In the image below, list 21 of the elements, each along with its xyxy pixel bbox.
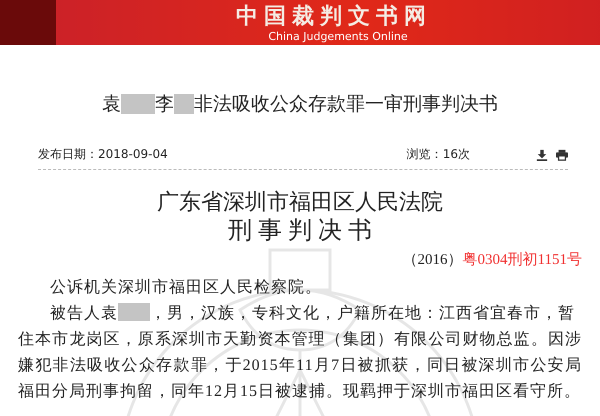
document-title: 李 <box>155 92 174 117</box>
header-dark-block <box>0 0 56 45</box>
document-title: 非法吸收公众存款罪一审刑事判决书 <box>194 92 498 117</box>
document-title: 袁 <box>102 92 121 117</box>
download-icon[interactable] <box>536 148 548 160</box>
redaction-block <box>174 94 194 114</box>
court-name: 广东省深圳市福田区人民法院 <box>156 188 444 216</box>
print-icon[interactable] <box>556 148 568 160</box>
redaction-block <box>121 94 155 114</box>
site-logo-subtitle: China Judgements Online <box>268 30 408 43</box>
paragraph-text: 住本市龙岗区，原系深圳市天勤资本管理（集团）有限公司财物总监。因涉嫌犯非法吸收公众存款罪，于2015年11月7日被抓获，同日被深圳市公安局福田分局刑事拘留，同年12月15日被逮捕。现羁押于深圳市福田区看守所。 <box>18 330 582 402</box>
view-count: 浏览：16次 <box>406 146 470 163</box>
case-number: 粤0304刑初1151号 <box>462 252 582 268</box>
site-logo-title[interactable]: 中国裁判文书网 <box>236 4 440 30</box>
paragraph-text: ，男，汉族，专科文化，户籍所在地：江西省宜春市，暂 <box>150 305 575 322</box>
paragraph-text: 被告人袁 <box>50 305 118 322</box>
document-type: 刑 事 判 决 书 <box>227 217 373 246</box>
paragraph-text: 公诉机关深圳市福田区人民检察院。 <box>50 279 322 296</box>
redaction-block <box>118 303 150 321</box>
case-year: （2016） <box>402 252 463 268</box>
publish-date: 发布日期：2018-09-04 <box>38 146 168 163</box>
